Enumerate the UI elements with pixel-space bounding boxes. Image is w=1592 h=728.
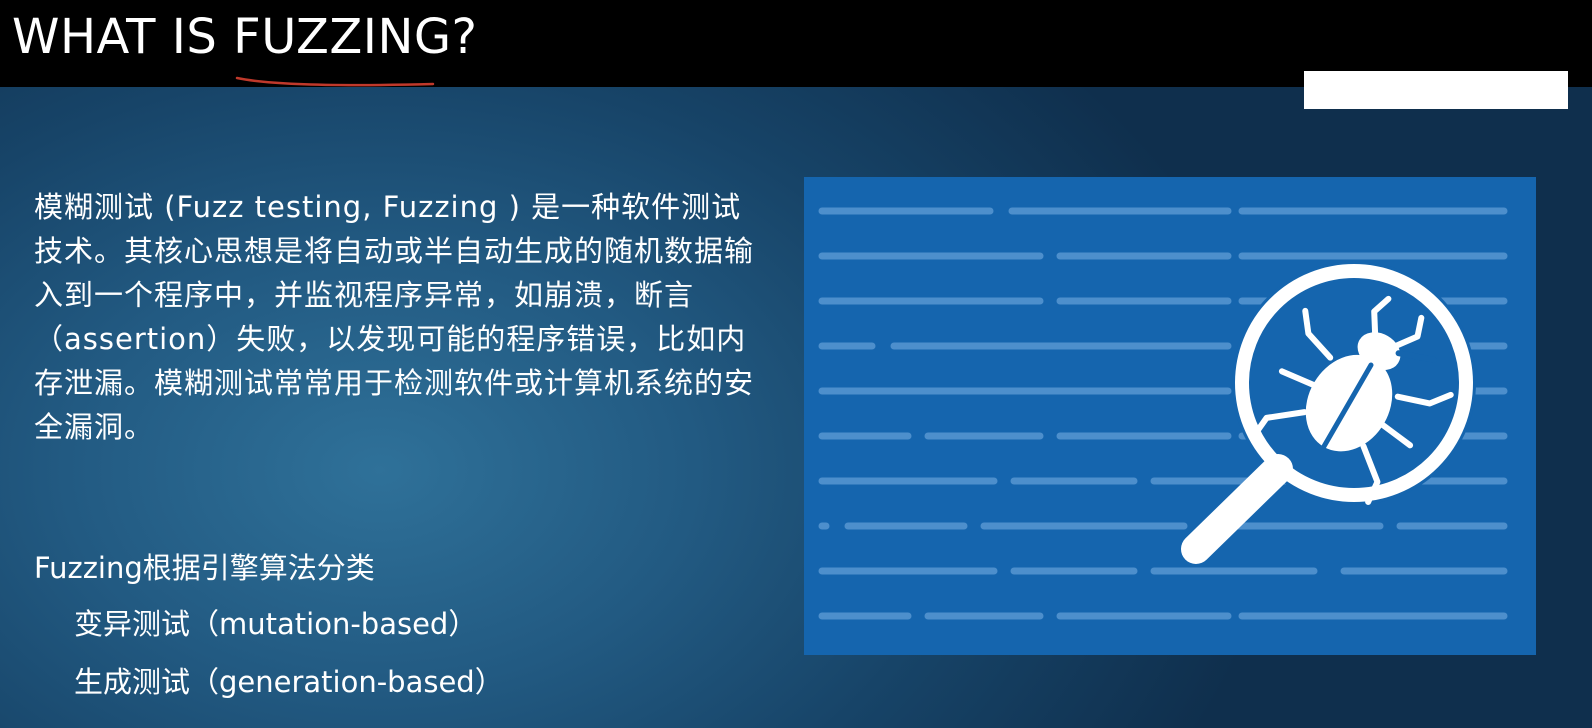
classification-heading: Fuzzing根据引擎算法分类 <box>34 551 375 585</box>
slide-title: WHAT IS FUZZING? <box>12 9 478 65</box>
list-item-mutation-based: 变异测试（mutation-based） <box>74 607 478 641</box>
intro-paragraph: 模糊测试 (Fuzz testing, Fuzzing ) 是一种软件测试技术。… <box>34 190 755 444</box>
slide: WHAT IS FUZZING? 模糊测试 (Fuzz testing, Fuz… <box>0 0 1592 728</box>
list-item-generation-based: 生成测试（generation-based） <box>74 665 504 699</box>
magnifying-glass-over-code-with-bug-icon <box>804 177 1536 655</box>
red-underline-annotation <box>235 76 435 87</box>
classification-list: 变异测试（mutation-based） 生成测试（generation-bas… <box>74 604 504 720</box>
blank-overlay-box <box>1304 71 1568 109</box>
